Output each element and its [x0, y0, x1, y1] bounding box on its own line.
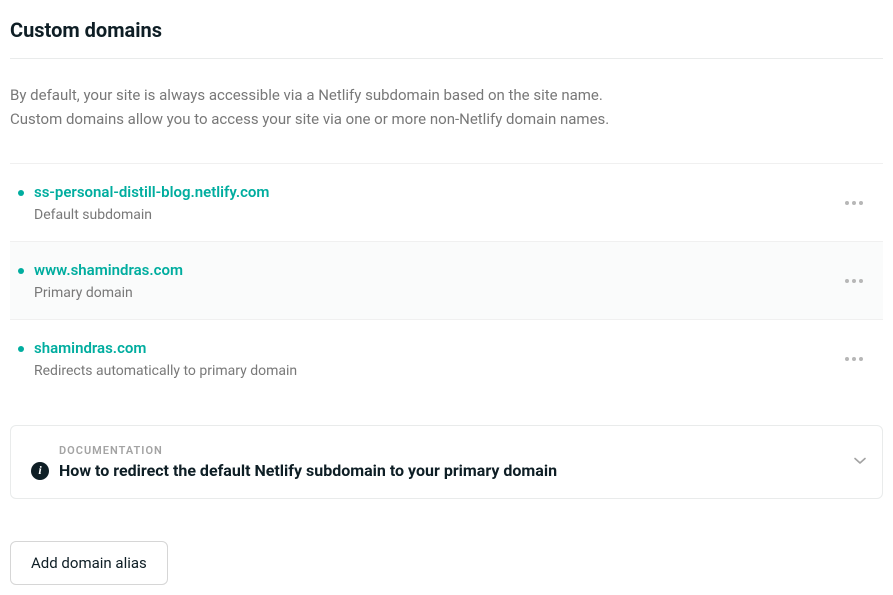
info-icon: i	[31, 462, 49, 480]
section-description: By default, your site is always accessib…	[10, 59, 883, 163]
domain-sublabel: Primary domain	[34, 285, 823, 301]
domain-sublabel: Default subdomain	[34, 207, 823, 223]
domain-item: www.shamindras.com Primary domain	[10, 241, 883, 319]
description-line-2: Custom domains allow you to access your …	[10, 107, 883, 131]
more-options-button[interactable]	[837, 271, 871, 291]
add-domain-alias-button[interactable]: Add domain alias	[10, 541, 168, 585]
section-title: Custom domains	[10, 10, 883, 59]
domain-link[interactable]: ss-personal-distill-blog.netlify.com	[34, 183, 269, 201]
domain-item: shamindras.com Redirects automatically t…	[10, 319, 883, 397]
more-options-button[interactable]	[837, 349, 871, 369]
more-options-button[interactable]	[837, 193, 871, 213]
description-line-1: By default, your site is always accessib…	[10, 83, 883, 107]
dots-icon	[845, 279, 849, 283]
domain-sublabel: Redirects automatically to primary domai…	[34, 363, 823, 379]
dots-icon	[845, 201, 849, 205]
documentation-card[interactable]: DOCUMENTATION i How to redirect the defa…	[10, 425, 883, 499]
domain-item: ss-personal-distill-blog.netlify.com Def…	[10, 163, 883, 241]
domain-link[interactable]: shamindras.com	[34, 339, 146, 357]
dots-icon	[845, 357, 849, 361]
chevron-down-icon	[854, 457, 864, 467]
documentation-label: DOCUMENTATION	[59, 444, 832, 457]
domain-link[interactable]: www.shamindras.com	[34, 261, 183, 279]
documentation-title: How to redirect the default Netlify subd…	[59, 461, 557, 480]
domain-list: ss-personal-distill-blog.netlify.com Def…	[10, 163, 883, 397]
